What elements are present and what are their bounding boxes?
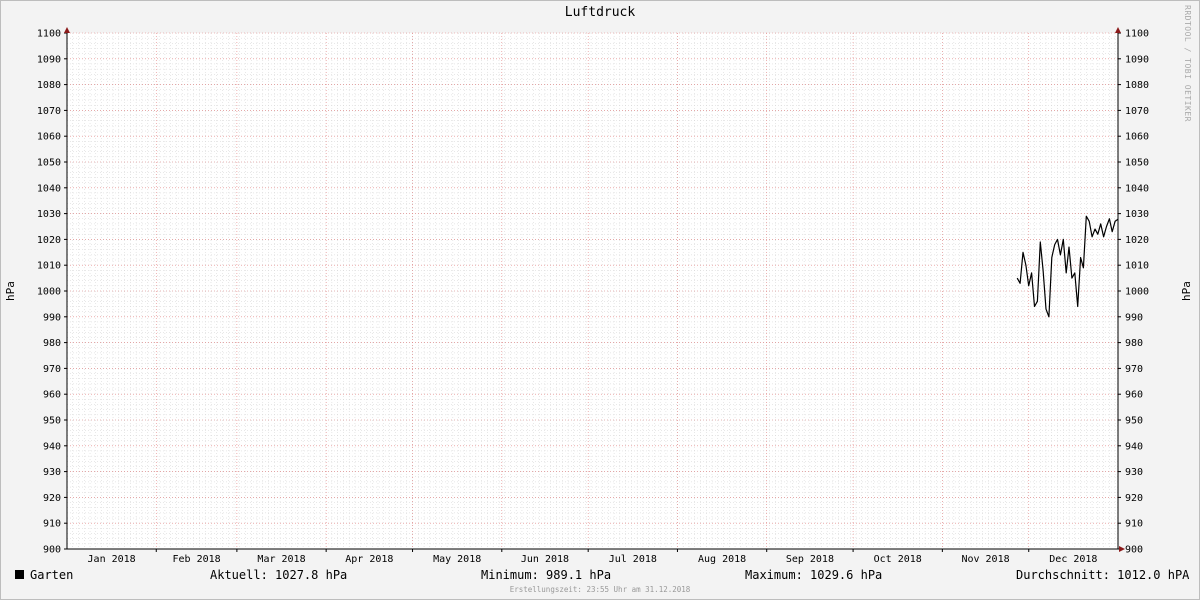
y-tick-label-left: 1090: [37, 54, 61, 65]
y-tick-label-left: 1050: [37, 158, 61, 169]
x-tick-label: Mar 2018: [257, 554, 305, 565]
chart-svg: 900 910 920 930 940 950 960 970 980 990 1000 1010 10…: [4, 27, 1193, 565]
y-tick-label-left: 950: [43, 416, 61, 427]
y-tick-label-left: 940: [43, 441, 61, 452]
y-tick-label-right: 910: [1125, 519, 1143, 530]
y-axis-left-arrow: [64, 27, 70, 33]
legend-minimum: Minimum: 989.1 hPa: [481, 568, 612, 582]
y-tick-label-right: 990: [1125, 312, 1143, 323]
y-tick-label-right: 940: [1125, 441, 1143, 452]
x-tick-label: Sep 2018: [786, 554, 834, 565]
y-tick-label-right: 970: [1125, 364, 1143, 375]
legend-series-name: Garten: [30, 568, 74, 582]
y-tick-label-left: 1010: [37, 261, 61, 272]
y-tick-label-right: 980: [1125, 338, 1143, 349]
y-tick-label-right: 900: [1125, 545, 1143, 556]
y-tick-label-right: 1060: [1125, 132, 1149, 143]
x-tick-label: Jun 2018: [521, 554, 569, 565]
y-tick-label-left: 960: [43, 390, 61, 401]
legend-swatch-garten: [15, 570, 24, 579]
y-tick-label-left: 1000: [37, 287, 61, 298]
y-tick-label-left: 1080: [37, 80, 61, 91]
y-tick-label-right: 920: [1125, 493, 1143, 504]
legend-maximum: Maximum: 1029.6 hPa: [745, 568, 883, 582]
y-tick-label-right: 1010: [1125, 261, 1149, 272]
y-tick-label-left: 1100: [37, 29, 61, 40]
x-ticks: Jan 2018 Feb 2018 Mar 2018 Apr 2018 May 2018…: [88, 549, 1097, 565]
y-tick-label-left: 930: [43, 467, 61, 478]
x-tick-label: Jul 2018: [609, 554, 657, 565]
y-tick-label-left: 920: [43, 493, 61, 504]
y-tick-label-left: 910: [43, 519, 61, 530]
y-tick-label-left: 1040: [37, 183, 61, 194]
x-tick-label: Feb 2018: [172, 554, 220, 565]
y-tick-label-right: 1090: [1125, 54, 1149, 65]
creation-time-footer: Erstellungszeit: 23:55 Uhr am 31.12.2018: [509, 585, 691, 594]
x-tick-label: Oct 2018: [874, 554, 922, 565]
y-axis-label-right: hPa: [1180, 281, 1193, 301]
y-tick-label-right: 1070: [1125, 106, 1149, 117]
y-ticks-right: 900 910 920 930 940 950 960 970 980 990 1000 1010 10…: [1118, 29, 1149, 556]
x-tick-label: Aug 2018: [698, 554, 746, 565]
y-tick-label-right: 960: [1125, 390, 1143, 401]
y-axis-label-left: hPa: [4, 281, 17, 301]
y-tick-label-left: 1020: [37, 235, 61, 246]
y-ticks-left: 900 910 920 930 940 950 960 970 980 990 1000 1010 10…: [37, 29, 67, 556]
x-tick-label: Apr 2018: [345, 554, 393, 565]
y-axis-right-arrow: [1115, 27, 1121, 33]
y-tick-label-left: 900: [43, 545, 61, 556]
legend-durchschnitt: Durchschnitt: 1012.0 hPA: [1016, 568, 1190, 582]
x-tick-label: Dec 2018: [1049, 554, 1097, 565]
y-tick-label-left: 1070: [37, 106, 61, 117]
y-tick-label-left: 1030: [37, 209, 61, 220]
y-tick-label-right: 930: [1125, 467, 1143, 478]
y-tick-label-right: 950: [1125, 416, 1143, 427]
y-tick-label-right: 1030: [1125, 209, 1149, 220]
x-tick-label: Nov 2018: [961, 554, 1009, 565]
y-tick-label-right: 1040: [1125, 183, 1149, 194]
y-tick-label-right: 1050: [1125, 158, 1149, 169]
y-tick-label-left: 980: [43, 338, 61, 349]
y-tick-label-left: 1060: [37, 132, 61, 143]
y-tick-label-right: 1020: [1125, 235, 1149, 246]
y-tick-label-right: 1000: [1125, 287, 1149, 298]
y-tick-label-left: 970: [43, 364, 61, 375]
legend-aktuell: Aktuell: 1027.8 hPa: [210, 568, 348, 582]
x-tick-label: May 2018: [433, 554, 481, 565]
y-tick-label-right: 1080: [1125, 80, 1149, 91]
y-tick-label-left: 990: [43, 312, 61, 323]
x-tick-label: Jan 2018: [88, 554, 136, 565]
y-tick-label-right: 1100: [1125, 29, 1149, 40]
